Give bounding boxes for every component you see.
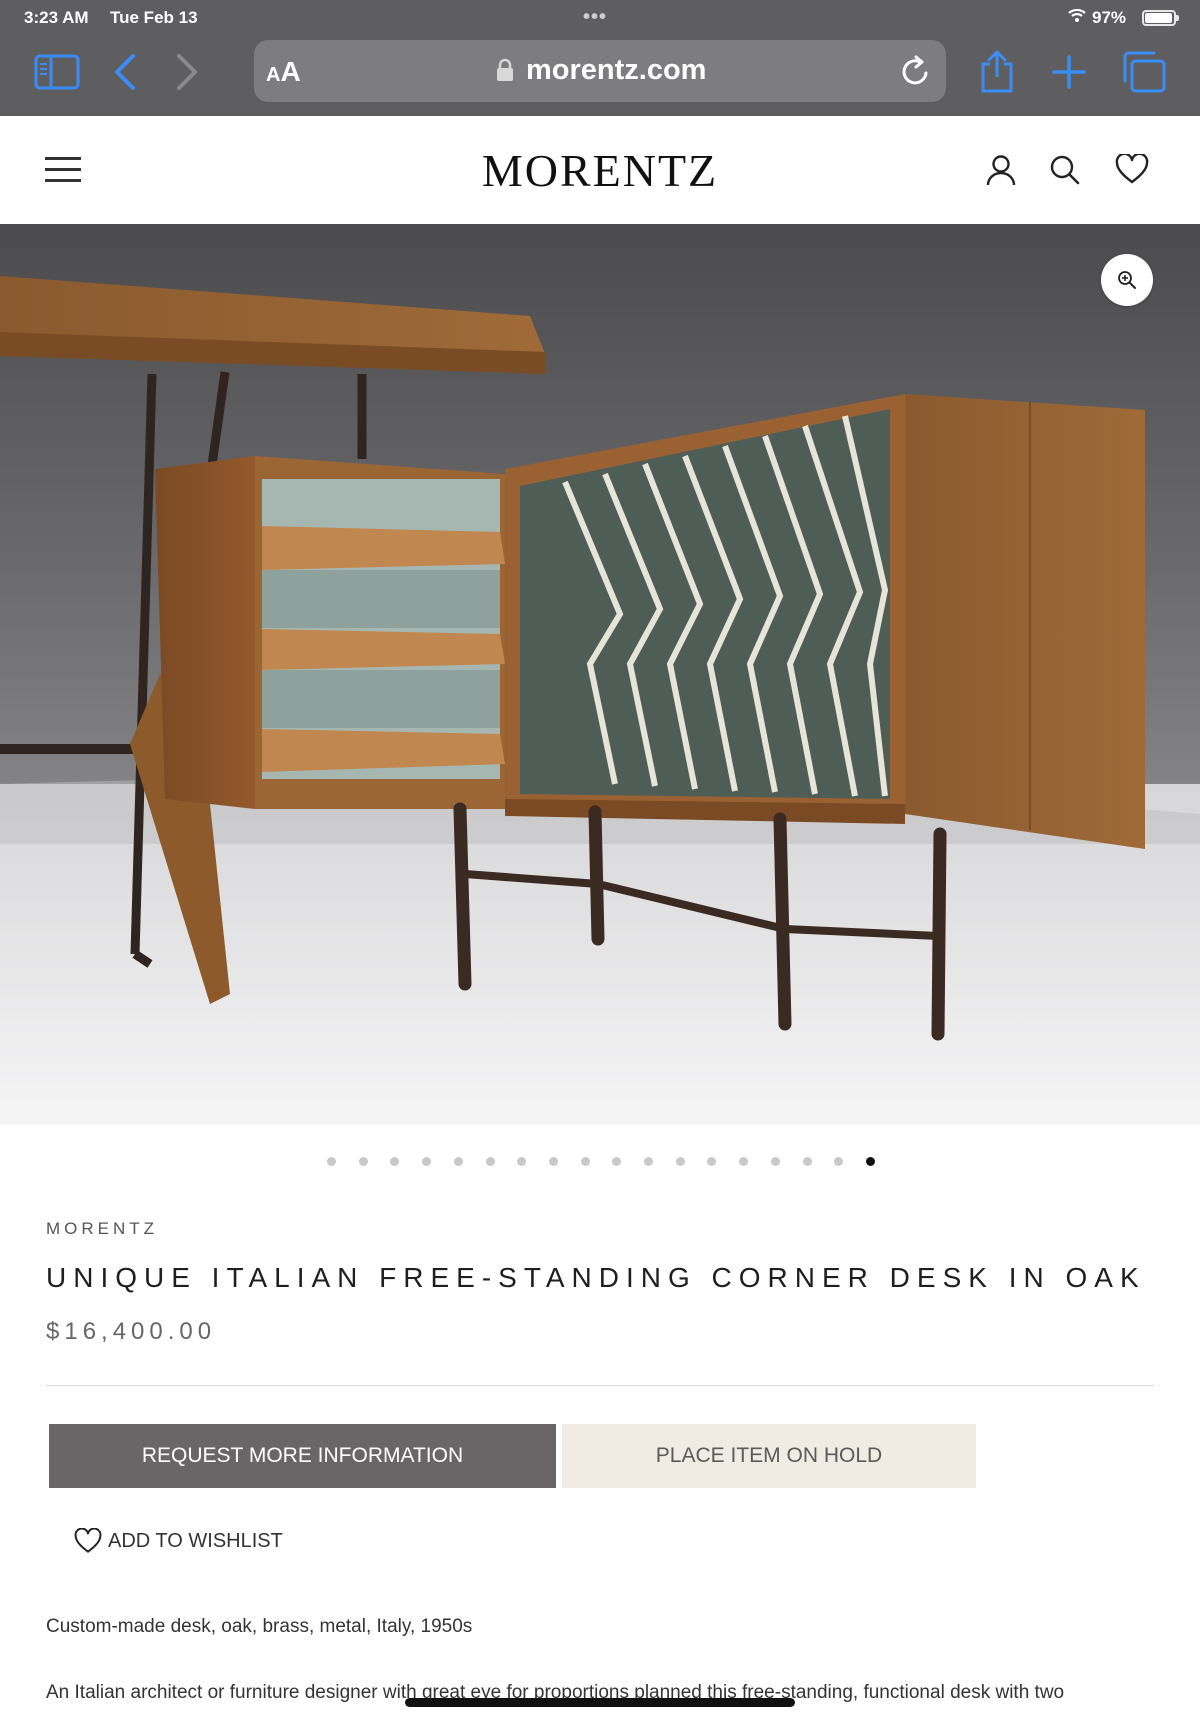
carousel-dot[interactable] (707, 1157, 717, 1166)
battery-icon (1142, 10, 1179, 26)
product-title: UNIQUE ITALIAN FREE-STANDING CORNER DESK… (46, 1262, 1146, 1293)
status-date: Tue Feb 13 (110, 8, 198, 27)
carousel-dot[interactable] (770, 1157, 780, 1166)
text-size-button[interactable]: AA (266, 56, 301, 88)
carousel-dot[interactable] (485, 1157, 495, 1166)
product-image[interactable] (0, 224, 1200, 1125)
chevron-left-icon[interactable] (112, 50, 138, 94)
image-carousel-dots (0, 1157, 1200, 1171)
carousel-dot[interactable] (802, 1157, 812, 1166)
sidebar-icon[interactable] (34, 50, 80, 94)
wifi-icon (1068, 7, 1086, 27)
reload-icon[interactable] (900, 54, 932, 93)
carousel-dot[interactable] (612, 1157, 622, 1166)
product-price: $16,400.00 (46, 1318, 217, 1345)
search-icon[interactable] (1049, 154, 1081, 191)
carousel-dot[interactable] (548, 1157, 558, 1166)
url-host: morentz.com (526, 54, 707, 86)
user-icon[interactable] (986, 154, 1016, 191)
divider (46, 1385, 1154, 1386)
carousel-dot[interactable] (453, 1157, 463, 1166)
description-line-1: Custom-made desk, oak, brass, metal, Ita… (46, 1616, 473, 1637)
carousel-dot[interactable] (739, 1157, 749, 1166)
wishlist-label: ADD TO WISHLIST (108, 1529, 283, 1552)
lock-icon (496, 58, 514, 87)
carousel-dot[interactable] (580, 1157, 590, 1166)
browser-chrome: 3:23 AM Tue Feb 13 ••• 97% AA morentz.co… (0, 0, 1200, 116)
status-bar: 3:23 AM Tue Feb 13 ••• 97% (0, 6, 1200, 28)
heart-icon (74, 1528, 102, 1553)
add-to-wishlist-button[interactable]: ADD TO WISHLIST (74, 1526, 283, 1556)
carousel-dot[interactable] (358, 1157, 368, 1166)
home-indicator[interactable] (405, 1698, 795, 1707)
multitasking-dots[interactable]: ••• (583, 6, 607, 29)
carousel-dot[interactable] (517, 1157, 527, 1166)
chevron-right-icon[interactable] (174, 50, 200, 94)
tabs-icon[interactable] (1122, 50, 1166, 94)
address-bar[interactable]: AA morentz.com (254, 40, 946, 102)
battery-percent: 97% (1092, 8, 1127, 27)
place-on-hold-button[interactable]: PLACE ITEM ON HOLD (562, 1424, 976, 1488)
site-header: MORENTZ (0, 116, 1200, 224)
desk-photo (0, 224, 1200, 1125)
site-logo[interactable]: MORENTZ (0, 144, 1200, 197)
heart-icon[interactable] (1115, 152, 1149, 189)
status-time: 3:23 AM (24, 8, 89, 27)
product-vendor[interactable]: MORENTZ (46, 1219, 158, 1239)
zoom-in-icon[interactable] (1101, 254, 1153, 306)
carousel-dot[interactable] (675, 1157, 685, 1166)
carousel-dot[interactable] (834, 1157, 844, 1166)
carousel-dot[interactable] (644, 1157, 653, 1166)
carousel-dot[interactable] (327, 1157, 336, 1166)
request-info-button[interactable]: REQUEST MORE INFORMATION (49, 1424, 556, 1488)
plus-icon[interactable] (1052, 50, 1086, 94)
carousel-dot[interactable] (390, 1157, 400, 1166)
carousel-dot[interactable] (865, 1157, 875, 1166)
carousel-dot[interactable] (422, 1157, 432, 1166)
share-icon[interactable] (978, 50, 1016, 94)
